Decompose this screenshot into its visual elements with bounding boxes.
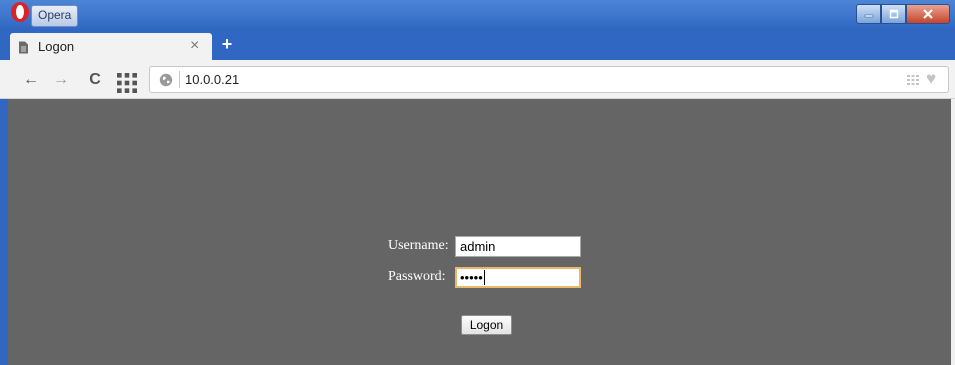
page-icon	[19, 41, 28, 54]
minimize-button[interactable]	[856, 4, 881, 24]
password-field[interactable]	[455, 267, 581, 288]
username-field[interactable]	[455, 236, 581, 257]
tab-title: Logon	[38, 39, 75, 54]
globe-icon[interactable]	[159, 73, 173, 87]
browser-window: Opera Logon × + ← → C 10.0.0.21 ♥ Userna…	[0, 0, 955, 365]
title-bar: Opera	[0, 0, 955, 30]
url-text[interactable]: 10.0.0.21	[185, 72, 239, 87]
address-bar[interactable]: 10.0.0.21 ♥	[149, 66, 949, 93]
text-cursor	[484, 270, 485, 285]
maximize-button[interactable]	[881, 4, 906, 24]
logon-button[interactable]: Logon	[461, 315, 512, 335]
password-label: Password:	[388, 269, 446, 284]
new-tab-icon[interactable]: +	[217, 33, 237, 55]
speed-dial-grid-icon[interactable]	[117, 73, 137, 93]
speed-dial-icon[interactable]	[907, 75, 919, 85]
tab-logon[interactable]: Logon ×	[10, 33, 212, 60]
window-left-border	[0, 99, 8, 365]
reload-icon[interactable]: C	[85, 70, 105, 90]
navigation-toolbar: ← → C 10.0.0.21 ♥	[0, 60, 955, 99]
minimize-icon	[864, 14, 873, 18]
tab-close-icon[interactable]: ×	[190, 37, 199, 55]
tab-strip: Logon × +	[0, 30, 955, 60]
opera-menu-button[interactable]: Opera	[31, 5, 79, 27]
back-arrow-icon[interactable]: ←	[21, 70, 41, 90]
username-label: Username:	[388, 238, 449, 253]
logon-page: Username: Password: Logon	[8, 99, 951, 365]
close-window-button[interactable]	[906, 4, 950, 24]
window-right-border	[951, 99, 955, 365]
maximize-icon	[889, 9, 898, 19]
address-separator	[179, 71, 180, 88]
close-icon	[923, 9, 933, 19]
heart-icon[interactable]: ♥	[926, 69, 936, 89]
page-viewport: Username: Password: Logon	[0, 99, 955, 365]
forward-arrow-icon[interactable]: →	[51, 70, 71, 90]
